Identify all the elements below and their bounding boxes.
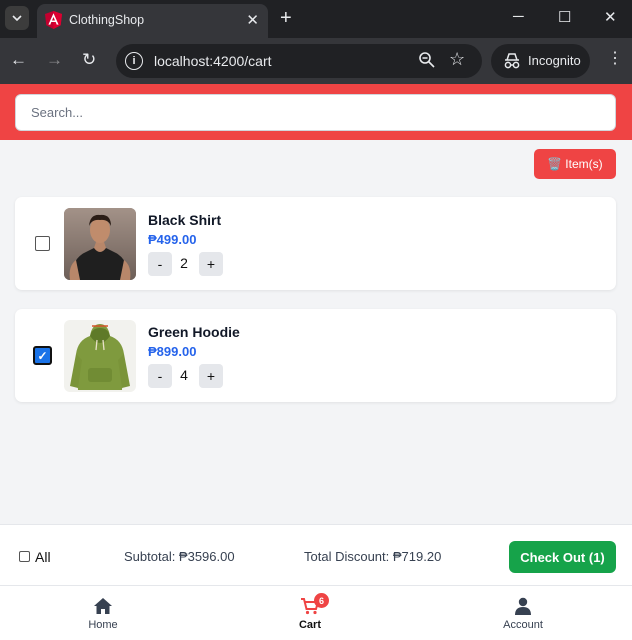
close-tab-icon[interactable]: ✕ — [246, 11, 259, 29]
browser-tab[interactable]: ClothingShop ✕ — [37, 4, 268, 38]
bookmark-star-icon[interactable]: ☆ — [449, 49, 465, 70]
user-icon — [515, 597, 531, 615]
address-bar[interactable]: i localhost:4200/cart ☆ — [116, 44, 482, 78]
item-quantity: 4 — [180, 367, 188, 383]
browser-tab-bar: ClothingShop ✕ + ─ ☐ ✕ — [0, 0, 632, 38]
product-image-green-hoodie — [64, 320, 136, 392]
bottom-nav: Home 6 Cart Account — [0, 585, 632, 640]
item-select-checkbox[interactable] — [35, 236, 50, 251]
increase-quantity-button[interactable]: + — [199, 252, 223, 276]
total-discount-text: Total Discount: ₱719.20 — [304, 549, 442, 564]
nav-cart[interactable]: 6 Cart — [270, 586, 350, 640]
cart-item-card: Black Shirt ₱499.00 - 2 + — [15, 197, 616, 290]
url-text[interactable]: localhost:4200/cart — [154, 53, 272, 69]
delete-items-button[interactable]: 🗑️ Item(s) — [534, 149, 616, 179]
checkmark-icon: ✓ — [37, 348, 48, 363]
new-tab-icon[interactable]: + — [280, 6, 292, 30]
minimize-icon[interactable]: ─ — [513, 8, 524, 25]
tab-title: ClothingShop — [69, 13, 145, 27]
checkout-button[interactable]: Check Out (1) — [509, 541, 616, 573]
increase-quantity-button[interactable]: + — [199, 364, 223, 388]
nav-account-label: Account — [503, 619, 543, 631]
nav-home[interactable]: Home — [63, 586, 143, 640]
decrease-quantity-button[interactable]: - — [148, 364, 172, 388]
nav-home-label: Home — [88, 619, 118, 631]
decrease-quantity-button[interactable]: - — [148, 252, 172, 276]
window-close-icon[interactable]: ✕ — [604, 8, 617, 26]
browser-menu-icon[interactable]: ⋮ — [607, 50, 623, 68]
item-name: Black Shirt — [148, 212, 222, 228]
reload-icon[interactable]: ↻ — [82, 51, 96, 69]
search-header — [0, 84, 632, 140]
item-name: Green Hoodie — [148, 324, 240, 340]
back-icon[interactable]: ← — [10, 51, 27, 69]
angular-favicon-icon — [45, 11, 62, 29]
checkout-bar: All Subtotal: ₱3596.00 Total Discount: ₱… — [0, 524, 632, 585]
forward-icon[interactable]: → — [46, 51, 63, 69]
subtotal-text: Subtotal: ₱3596.00 — [124, 549, 235, 564]
select-all-checkbox[interactable] — [19, 551, 30, 562]
tab-search-button[interactable] — [5, 6, 29, 30]
nav-account[interactable]: Account — [483, 586, 563, 640]
home-icon — [94, 598, 112, 614]
nav-cart-label: Cart — [298, 619, 321, 631]
item-select-checkbox[interactable]: ✓ — [33, 346, 52, 365]
incognito-label: Incognito — [528, 53, 581, 68]
maximize-icon[interactable]: ☐ — [558, 8, 571, 26]
product-image-black-shirt — [64, 208, 136, 280]
incognito-indicator[interactable]: Incognito — [491, 44, 590, 78]
item-price: ₱499.00 — [148, 232, 197, 247]
site-info-icon[interactable]: i — [125, 52, 143, 70]
cart-item-card: ✓ Green Hoodie ₱899.00 - 4 + — [15, 309, 616, 402]
search-input[interactable] — [15, 94, 616, 131]
select-all-label[interactable]: All — [35, 549, 51, 565]
zoom-icon[interactable] — [418, 51, 436, 69]
item-quantity: 2 — [180, 255, 188, 271]
cart-count-badge: 6 — [314, 593, 329, 608]
trash-icon: 🗑️ — [547, 157, 563, 171]
chevron-down-icon — [12, 15, 22, 21]
browser-toolbar: ← → ↻ i localhost:4200/cart ☆ Incognito … — [0, 38, 632, 84]
item-price: ₱899.00 — [148, 344, 197, 359]
delete-items-label: Item(s) — [565, 157, 603, 171]
incognito-icon — [504, 53, 520, 69]
